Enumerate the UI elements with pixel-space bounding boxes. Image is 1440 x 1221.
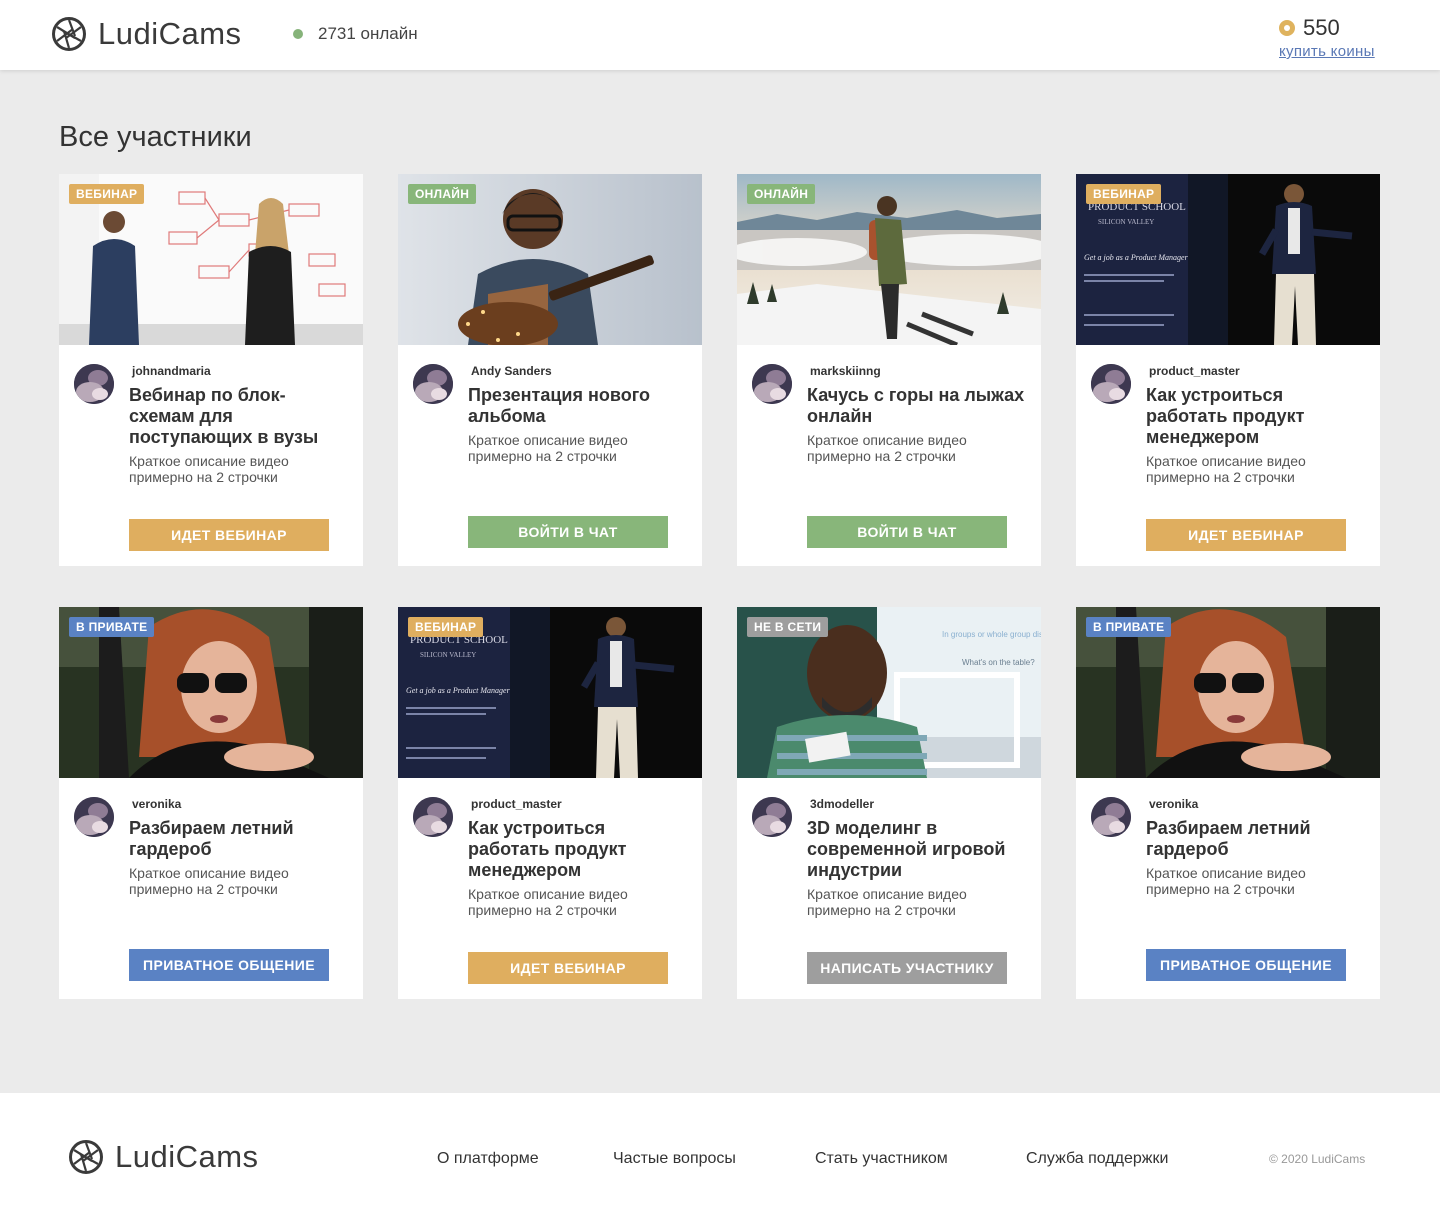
coin-balance: 550 (1303, 15, 1340, 40)
card-description: Краткое описание видео примерно на 2 стр… (129, 453, 289, 485)
participant-card[interactable]: ВЕБИНАР johnandmaria Вебинар по блок-схе… (59, 174, 363, 566)
aperture-logo-icon (69, 1140, 103, 1174)
participant-card[interactable]: В ПРИВАТЕ veronika Разбираем летний гард… (1076, 607, 1380, 999)
card-preview-image[interactable]: PRODUCT SCHOOL SILICON VALLEY Get a job … (398, 607, 702, 778)
card-action-button[interactable]: ПРИВАТНОЕ ОБЩЕНИЕ (129, 949, 329, 981)
status-badge: ВЕБИНАР (1086, 184, 1162, 204)
card-title[interactable]: Разбираем летний гардероб (1146, 818, 1366, 860)
card-title[interactable]: Презентация нового альбома (468, 385, 688, 427)
aperture-logo-icon (52, 17, 86, 51)
card-description: Краткое описание видео примерно на 2 стр… (807, 432, 967, 464)
participant-card[interactable]: ОНЛАЙН markskiinng Качусь с горы на лыжа… (737, 174, 1041, 566)
card-title[interactable]: Разбираем летний гардероб (129, 818, 349, 860)
author-name[interactable]: johnandmaria (132, 364, 211, 378)
card-action-button[interactable]: ИДЕТ ВЕБИНАР (129, 519, 329, 551)
slide-text: In groups or whole group discuss: (942, 630, 1041, 639)
footer-logo[interactable]: LudiCams (69, 1139, 259, 1175)
participant-card[interactable]: In groups or whole group discuss: What's… (737, 607, 1041, 999)
card-title[interactable]: Вебинар по блок-схемам для поступающих в… (129, 385, 349, 448)
coins-widget: 550 купить коины (1279, 15, 1375, 60)
buy-coins-link[interactable]: купить коины (1279, 43, 1375, 60)
card-title[interactable]: 3D моделинг в современной игровой индуст… (807, 818, 1027, 881)
status-badge: В ПРИВАТЕ (69, 617, 155, 637)
avatar[interactable] (752, 364, 792, 404)
card-description: Краткое описание видео примерно на 2 стр… (807, 886, 967, 918)
card-title[interactable]: Как устроиться работать продукт менеджер… (468, 818, 688, 881)
card-description: Краткое описание видео примерно на 2 стр… (1146, 865, 1306, 897)
author-name[interactable]: markskiinng (810, 364, 881, 378)
participant-card[interactable]: В ПРИВАТЕ veronika Разбираем летний гард… (59, 607, 363, 999)
card-action-button[interactable]: НАПИСАТЬ УЧАСТНИКУ (807, 952, 1007, 984)
card-title[interactable]: Качусь с горы на лыжах онлайн (807, 385, 1027, 427)
banner-text: Get a job as a Product Manager (1084, 253, 1189, 262)
footer-link-about[interactable]: О платформе (437, 1150, 539, 1168)
card-preview-image[interactable]: ОНЛАЙН (398, 174, 702, 345)
card-action-button[interactable]: ВОЙТИ В ЧАТ (468, 516, 668, 548)
footer-link-support[interactable]: Служба поддержки (1026, 1150, 1168, 1168)
card-description: Краткое описание видео примерно на 2 стр… (129, 865, 289, 897)
banner-text: Get a job as a Product Manager (406, 686, 511, 695)
card-action-button[interactable]: ВОЙТИ В ЧАТ (807, 516, 1007, 548)
footer-link-become-participant[interactable]: Стать участником (815, 1150, 948, 1168)
banner-text: SILICON VALLEY (1098, 218, 1154, 226)
participant-card[interactable]: ОНЛАЙН Andy Sanders Презентация нового а… (398, 174, 702, 566)
card-action-button[interactable]: ИДЕТ ВЕБИНАР (468, 952, 668, 984)
slide-text: What's on the table? (962, 658, 1035, 667)
avatar[interactable] (74, 797, 114, 837)
card-preview-image[interactable]: PRODUCT SCHOOL SILICON VALLEY Get a job … (1076, 174, 1380, 345)
page-title: Все участники (59, 121, 252, 153)
avatar[interactable] (1091, 364, 1131, 404)
status-badge: ВЕБИНАР (69, 184, 145, 204)
status-badge: В ПРИВАТЕ (1086, 617, 1172, 637)
card-preview-image[interactable]: ОНЛАЙН (737, 174, 1041, 345)
header: LudiCams 2731 онлайн 550 купить коины (0, 0, 1440, 70)
avatar[interactable] (413, 797, 453, 837)
card-action-button[interactable]: ПРИВАТНОЕ ОБЩЕНИЕ (1146, 949, 1346, 981)
author-name[interactable]: Andy Sanders (471, 364, 552, 378)
banner-text: SILICON VALLEY (420, 651, 476, 659)
coin-icon (1279, 20, 1295, 36)
status-badge: ВЕБИНАР (408, 617, 484, 637)
avatar[interactable] (74, 364, 114, 404)
card-title[interactable]: Как устроиться работать продукт менеджер… (1146, 385, 1366, 448)
card-preview-image[interactable]: В ПРИВАТЕ (59, 607, 363, 778)
avatar[interactable] (752, 797, 792, 837)
header-logo[interactable]: LudiCams (52, 16, 242, 52)
logo-text: LudiCams (115, 1139, 259, 1174)
author-name[interactable]: veronika (1149, 797, 1198, 811)
card-description: Краткое описание видео примерно на 2 стр… (468, 432, 628, 464)
participant-card[interactable]: PRODUCT SCHOOL SILICON VALLEY Get a job … (1076, 174, 1380, 566)
author-name[interactable]: product_master (1149, 364, 1240, 378)
online-dot-icon (293, 29, 303, 39)
card-preview-image[interactable]: In groups or whole group discuss: What's… (737, 607, 1041, 778)
status-badge: ОНЛАЙН (747, 184, 816, 204)
card-preview-image[interactable]: ВЕБИНАР (59, 174, 363, 345)
online-counter: 2731 онлайн (293, 24, 418, 44)
card-description: Краткое описание видео примерно на 2 стр… (1146, 453, 1306, 485)
status-badge: НЕ В СЕТИ (747, 617, 829, 637)
card-preview-image[interactable]: В ПРИВАТЕ (1076, 607, 1380, 778)
copyright: © 2020 LudiCams (1269, 1152, 1366, 1166)
author-name[interactable]: veronika (132, 797, 181, 811)
author-name[interactable]: product_master (471, 797, 562, 811)
avatar[interactable] (1091, 797, 1131, 837)
author-name[interactable]: 3dmodeller (810, 797, 874, 811)
avatar[interactable] (413, 364, 453, 404)
online-text: 2731 онлайн (318, 24, 418, 43)
participant-card[interactable]: PRODUCT SCHOOL SILICON VALLEY Get a job … (398, 607, 702, 999)
card-description: Краткое описание видео примерно на 2 стр… (468, 886, 628, 918)
footer-link-faq[interactable]: Частые вопросы (613, 1150, 736, 1168)
card-action-button[interactable]: ИДЕТ ВЕБИНАР (1146, 519, 1346, 551)
status-badge: ОНЛАЙН (408, 184, 477, 204)
footer: LudiCams О платформе Частые вопросы Стат… (0, 1093, 1440, 1221)
logo-text: LudiCams (98, 16, 242, 51)
